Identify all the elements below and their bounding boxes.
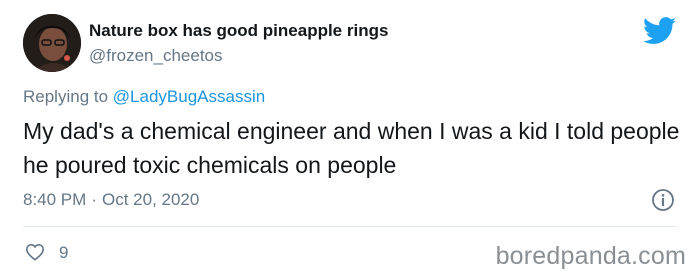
timestamp-separator: · — [91, 190, 97, 209]
replying-to-mention[interactable]: @LadyBugAssassin — [113, 87, 265, 106]
info-icon[interactable] — [651, 188, 675, 212]
tweet-time: 8:40 PM — [23, 190, 87, 209]
replying-to: Replying to @LadyBugAssassin — [23, 87, 265, 107]
replying-prefix: Replying to — [23, 87, 109, 106]
like-count: 9 — [59, 243, 69, 262]
tweet-text: My dad's a chemical engineer and when I … — [23, 118, 680, 178]
twitter-bird-icon[interactable] — [643, 17, 677, 45]
boredpanda-watermark: boredpanda.com — [495, 242, 686, 270]
tweet-date: Oct 20, 2020 — [101, 190, 200, 209]
tweet-timestamp[interactable]: 8:40 PM · Oct 20, 2020 — [23, 190, 199, 210]
user-handle[interactable]: @frozen_cheetos — [89, 46, 223, 66]
display-name[interactable]: Nature box has good pineapple rings — [89, 21, 388, 41]
heart-icon[interactable] — [25, 243, 45, 261]
avatar[interactable] — [23, 14, 81, 72]
divider — [23, 226, 677, 227]
